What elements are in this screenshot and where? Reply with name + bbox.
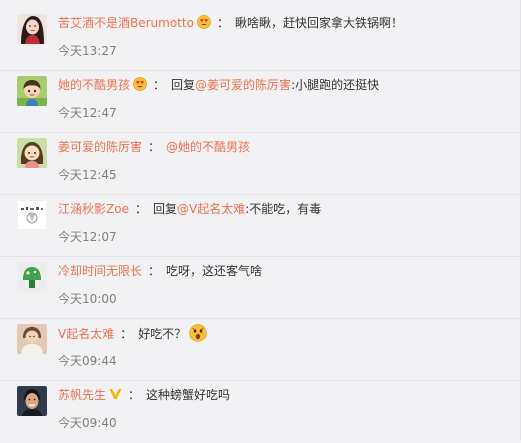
separator: ： <box>120 327 133 341</box>
username-link[interactable]: V起名太难 <box>58 327 114 341</box>
comment-item: V起名太难 ： 好吃不？ 今天09:44 <box>0 319 520 381</box>
separator: ： <box>153 78 166 92</box>
comment-time: 今天12:45 <box>58 168 117 182</box>
mention-link[interactable]: @姜可爱的陈厉害 <box>195 78 291 92</box>
heart-eyes-emoji-icon <box>133 77 147 91</box>
comment-time: 今天12:47 <box>58 106 117 120</box>
comment-text: 瞅啥瞅，赶快回家拿大铁锅啊！ <box>234 16 403 30</box>
comment-line: 冷却时间无限长 ： 吃呀，这还客气啥 <box>58 262 262 280</box>
vip-v-icon[interactable] <box>109 388 122 400</box>
username-link[interactable]: 苦艾酒不是酒Berumotto <box>58 16 194 30</box>
reply-label: 回复 <box>152 202 177 216</box>
surprised-emoji-icon <box>189 324 207 342</box>
comment-text: 好吃不？ <box>138 327 187 341</box>
separator: ： <box>216 16 229 30</box>
comment-item: 冷却时间无限长 ： 吃呀，这还客气啥 今天10:00 <box>0 257 520 319</box>
comment-time: 今天10:00 <box>58 292 117 306</box>
username-link[interactable]: 苏帆先生 <box>58 388 106 402</box>
separator: ： <box>128 388 141 402</box>
avatar[interactable] <box>17 386 47 416</box>
separator: ： <box>134 202 147 216</box>
comment-text: :小腿跑的还挺快 <box>291 78 380 92</box>
avatar[interactable] <box>17 14 47 44</box>
comment-line: 苏帆先生 ： 这种螃蟹好吃吗 <box>58 386 230 404</box>
heart-eyes-emoji-icon <box>197 15 211 29</box>
avatar[interactable] <box>17 138 47 168</box>
comment-text: 吃呀，这还客气啥 <box>166 264 263 278</box>
comment-text: 这种螃蟹好吃吗 <box>146 388 231 402</box>
separator: ： <box>148 264 161 278</box>
comment-item: 江涵秋影Zoe ： 回复@V起名太难:不能吃，有毒 今天12:07 <box>0 195 520 257</box>
username-link[interactable]: 江涵秋影Zoe <box>58 202 129 216</box>
comment-item: 她的不酷男孩 ： 回复@姜可爱的陈厉害:小腿跑的还挺快 今天12:47 <box>0 71 520 133</box>
comment-item: 苏帆先生 ： 这种螃蟹好吃吗 今天09:40 <box>0 381 520 443</box>
comment-line: 她的不酷男孩 ： 回复@姜可爱的陈厉害:小腿跑的还挺快 <box>58 76 379 94</box>
comment-item: 姜可爱的陈厉害 ： @她的不酷男孩 今天12:45 <box>0 133 520 195</box>
comment-time: 今天09:40 <box>58 416 117 430</box>
comment-line: V起名太难 ： 好吃不？ <box>58 324 207 343</box>
avatar[interactable] <box>17 76 47 106</box>
username-link[interactable]: 冷却时间无限长 <box>58 264 142 278</box>
comment-item: 苦艾酒不是酒Berumotto ： 瞅啥瞅，赶快回家拿大铁锅啊！ 今天13:27 <box>0 9 520 71</box>
comment-time: 今天12:07 <box>58 230 117 244</box>
comment-time: 今天09:44 <box>58 354 117 368</box>
reply-label: 回复 <box>171 78 196 92</box>
comment-list: 苦艾酒不是酒Berumotto ： 瞅啥瞅，赶快回家拿大铁锅啊！ 今天13:27 她… <box>0 0 521 440</box>
comment-text: :不能吃，有毒 <box>245 202 322 216</box>
comment-time: 今天13:27 <box>58 44 117 58</box>
avatar[interactable] <box>17 200 47 230</box>
username-link[interactable]: 她的不酷男孩 <box>58 78 130 92</box>
comment-line: 姜可爱的陈厉害 ： @她的不酷男孩 <box>58 138 250 156</box>
username-link[interactable]: 姜可爱的陈厉害 <box>58 140 142 154</box>
mention-link[interactable]: @V起名太难 <box>177 202 245 216</box>
separator: ： <box>148 140 161 154</box>
comment-line: 江涵秋影Zoe ： 回复@V起名太难:不能吃，有毒 <box>58 200 321 218</box>
mention-link[interactable]: @她的不酷男孩 <box>166 140 250 154</box>
comment-line: 苦艾酒不是酒Berumotto ： 瞅啥瞅，赶快回家拿大铁锅啊！ <box>58 14 403 32</box>
avatar[interactable] <box>17 262 47 292</box>
avatar[interactable] <box>17 324 47 354</box>
